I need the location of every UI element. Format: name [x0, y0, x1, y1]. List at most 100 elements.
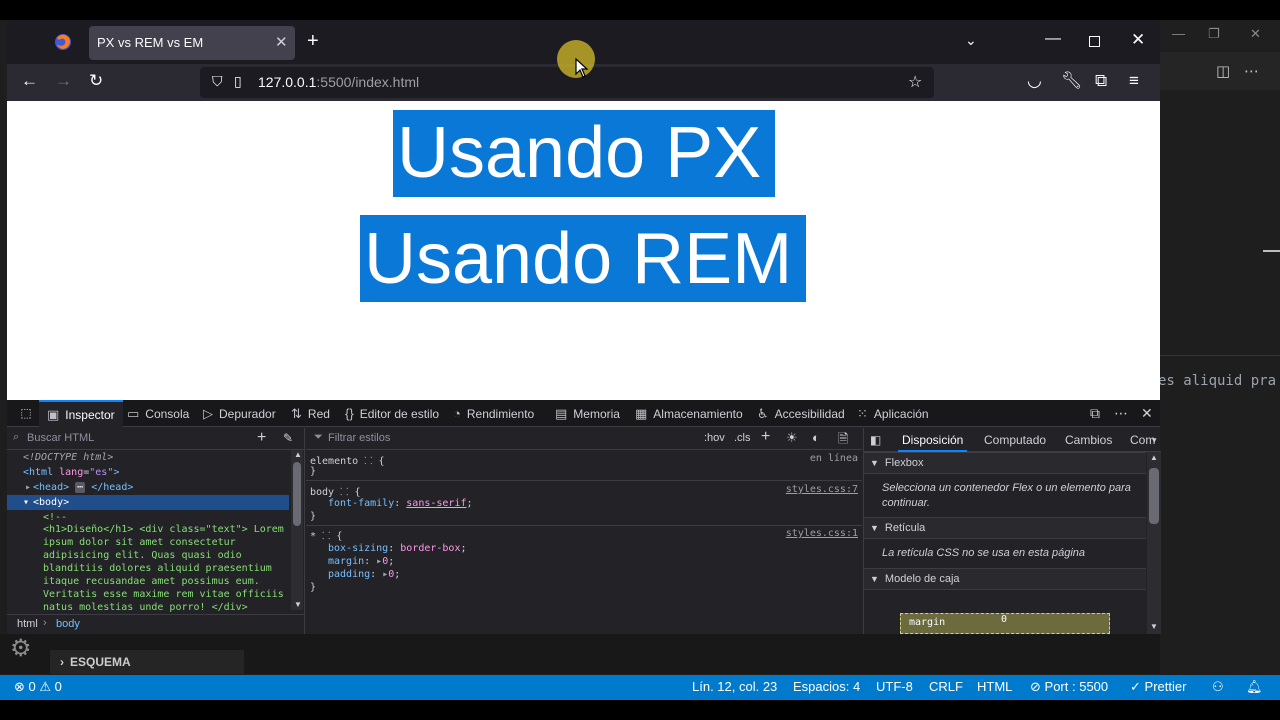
scroll-up-icon[interactable]: ▲: [1150, 453, 1158, 462]
flexbox-section-header[interactable]: ▼ Flexbox: [864, 452, 1146, 474]
forward-arrow-icon[interactable]: →: [55, 71, 72, 91]
vscode-minimize-icon[interactable]: —: [1172, 26, 1185, 41]
element-picker-icon[interactable]: ⬚: [13, 400, 39, 427]
tabs-overflow-icon[interactable]: ▾: [1152, 428, 1157, 452]
sidebar-scrollbar-thumb[interactable]: [1149, 468, 1159, 524]
rule-universal-selector[interactable]: * ⸬ {: [310, 528, 342, 542]
grid-section-header[interactable]: ▼ Retícula: [864, 517, 1146, 539]
scroll-down-icon[interactable]: ▼: [294, 600, 302, 609]
end-of-line[interactable]: CRLF: [929, 679, 963, 694]
expand-arrow-icon[interactable]: ▸: [25, 480, 31, 495]
screen-top-border: [0, 0, 1280, 20]
tab-network[interactable]: ⇅ Red: [291, 400, 330, 427]
tab-storage[interactable]: ▦ Almacenamiento: [635, 400, 743, 427]
property-name: margin: [328, 556, 365, 567]
markup-head-node[interactable]: ▸ <head> ⋯ </head>: [7, 480, 133, 495]
pocket-icon[interactable]: ◡: [1027, 71, 1042, 91]
declaration-margin[interactable]: margin: ▸0;: [328, 556, 394, 567]
markup-doctype[interactable]: <!DOCTYPE html>: [7, 450, 113, 465]
vscode-restore-icon[interactable]: ❐: [1208, 26, 1220, 42]
firefox-logo-icon[interactable]: [53, 32, 73, 52]
eyedropper-icon[interactable]: ✎: [283, 431, 293, 445]
more-actions-icon[interactable]: ⋯: [1244, 62, 1259, 80]
declaration-box-sizing[interactable]: box-sizing: border-box;: [328, 543, 467, 554]
encoding[interactable]: UTF-8: [876, 679, 913, 694]
tab-style-editor[interactable]: {} Editor de estilo: [345, 400, 439, 427]
list-all-tabs-chevron-down-icon[interactable]: ⌄: [965, 32, 977, 49]
comment-line: <h1>Diseño</h1> <div class="text"> Lorem: [43, 524, 284, 535]
close-tab-icon[interactable]: ✕: [275, 33, 288, 51]
live-server-port[interactable]: ⊘ Port : 5500: [1030, 679, 1108, 695]
rule-body-selector[interactable]: body ⸬ {: [310, 484, 360, 498]
feedback-icon[interactable]: ⚇: [1212, 679, 1224, 695]
new-tab-icon[interactable]: +: [307, 30, 319, 53]
search-html-input[interactable]: Buscar HTML: [27, 432, 94, 444]
problems-indicator[interactable]: ⊗ 0 ⚠ 0: [14, 679, 62, 695]
minimize-icon[interactable]: —: [1045, 30, 1061, 48]
element-selector-text: elemento: [310, 456, 359, 467]
tab-performance[interactable]: ◔ Rendimiento: [453, 400, 534, 427]
flexbox-note: Selecciona un contenedor Flex o un eleme…: [882, 482, 1131, 509]
outline-section[interactable]: › ESQUEMA: [50, 650, 244, 674]
split-editor-icon[interactable]: ◫: [1216, 62, 1230, 80]
close-devtools-icon[interactable]: ✕: [1141, 400, 1153, 427]
tab-computed[interactable]: Computado: [984, 428, 1046, 452]
browser-tab-active[interactable]: PX vs REM vs EM ✕: [89, 26, 295, 60]
tab-accessibility[interactable]: ♿︎ Accesibilidad: [757, 400, 845, 427]
tab-changes[interactable]: Cambios: [1065, 428, 1112, 452]
body-rule-source-link[interactable]: styles.css:7: [786, 484, 858, 495]
reload-icon[interactable]: ↻: [89, 71, 103, 91]
extensions-icon[interactable]: ⧉: [1095, 71, 1107, 91]
cls-toggle[interactable]: .cls: [734, 432, 751, 444]
page-info-icon[interactable]: ▯: [234, 73, 242, 90]
markup-body-node[interactable]: ▾ <body>: [7, 495, 289, 510]
indentation[interactable]: Espacios: 4: [793, 679, 860, 694]
close-window-icon[interactable]: ✕: [1131, 30, 1145, 50]
hov-toggle[interactable]: :hov: [704, 432, 725, 444]
rule-element-selector[interactable]: elemento ⸬ {: [310, 453, 385, 467]
collapse-arrow-icon[interactable]: ▾: [23, 495, 29, 510]
notifications-bell-icon[interactable]: 🔔︎: [1246, 679, 1263, 695]
star-rule-source-link[interactable]: styles.css:1: [786, 528, 858, 539]
filter-styles-input[interactable]: Filtrar estilos: [328, 432, 390, 444]
accessibility-icon: ♿︎: [757, 406, 769, 421]
add-rule-icon[interactable]: +: [761, 428, 770, 446]
scroll-down-icon[interactable]: ▼: [1150, 622, 1158, 631]
tab-console[interactable]: ▭ Consola: [127, 400, 189, 427]
cursor-position[interactable]: Lín. 12, col. 23: [692, 679, 777, 694]
margin-value[interactable]: 0: [1001, 614, 1007, 625]
maximize-icon[interactable]: [1089, 36, 1100, 47]
menu-icon[interactable]: ≡: [1129, 71, 1139, 91]
dark-scheme-contrast-icon[interactable]: ◐: [812, 430, 820, 445]
shield-icon[interactable]: ⛉: [212, 73, 223, 90]
tab-inspector[interactable]: ▣ Inspector: [39, 400, 123, 427]
boxmodel-section-header[interactable]: ▼ Modelo de caja: [864, 568, 1146, 590]
dock-side-icon[interactable]: ⧉: [1090, 400, 1100, 427]
scroll-up-icon[interactable]: ▲: [294, 450, 302, 459]
light-scheme-sun-icon[interactable]: ☀: [786, 430, 798, 446]
declaration-padding[interactable]: padding: ▸0;: [328, 569, 400, 580]
vscode-gear-icon[interactable]: ⚙: [10, 636, 40, 662]
vscode-close-icon[interactable]: ✕: [1250, 26, 1261, 42]
tab-memory[interactable]: ▤ Memoria: [555, 400, 620, 427]
wrench-icon[interactable]: 🔧︎: [1061, 71, 1083, 91]
box-model-margin[interactable]: margin 0: [900, 613, 1110, 634]
prettier-status[interactable]: ✓ Prettier: [1130, 679, 1186, 695]
add-node-icon[interactable]: +: [257, 429, 266, 447]
breadcrumb-html[interactable]: html: [17, 618, 38, 630]
print-media-icon[interactable]: 🗎︎: [838, 430, 848, 452]
collapsed-ellipsis-icon[interactable]: ⋯: [75, 482, 86, 493]
body-selector-text: body: [310, 487, 335, 498]
more-options-icon[interactable]: ⋯: [1114, 400, 1128, 427]
breadcrumb-body[interactable]: body: [56, 618, 80, 630]
toggle-pane-icon[interactable]: ◧: [870, 428, 881, 452]
tab-layout[interactable]: Disposición: [898, 428, 968, 452]
declaration-font-family[interactable]: font-family: sans-serif;: [328, 498, 473, 509]
bookmark-star-icon[interactable]: ☆: [908, 72, 922, 92]
back-arrow-icon[interactable]: ←: [21, 71, 38, 91]
language-mode[interactable]: HTML: [977, 679, 1012, 694]
tab-application[interactable]: ⁙ Aplicación: [857, 400, 929, 427]
markup-scrollbar-thumb[interactable]: [293, 462, 301, 526]
markup-html-node[interactable]: <html lang="es">: [7, 465, 119, 480]
tab-debugger[interactable]: ▷ Depurador: [203, 400, 276, 427]
